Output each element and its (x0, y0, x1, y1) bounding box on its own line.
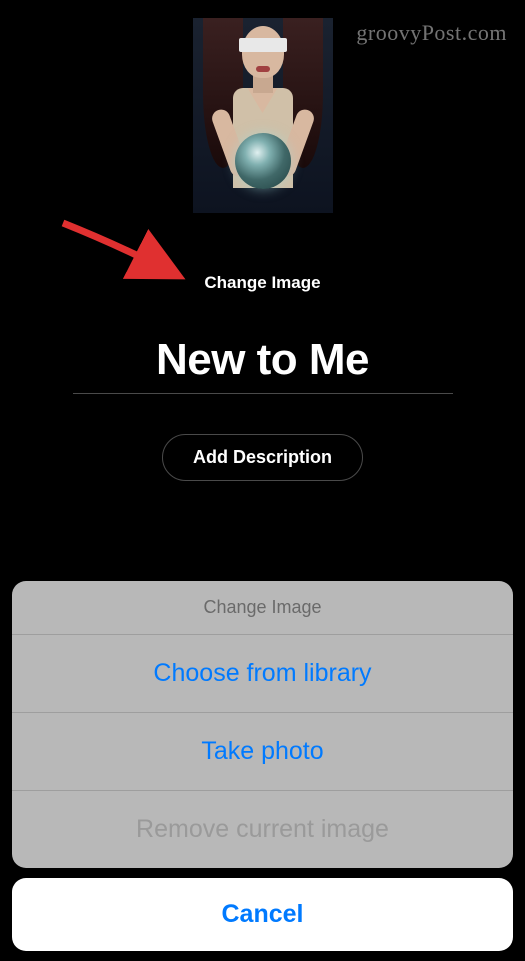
take-photo-option[interactable]: Take photo (12, 713, 513, 791)
action-sheet-group: Change Image Choose from library Take ph… (12, 581, 513, 868)
playlist-cover-image[interactable] (193, 18, 333, 213)
annotation-arrow-icon (58, 215, 188, 285)
remove-current-image-option: Remove current image (12, 791, 513, 868)
action-sheet-title: Change Image (12, 581, 513, 635)
action-sheet: Change Image Choose from library Take ph… (12, 581, 513, 951)
add-description-button[interactable]: Add Description (162, 434, 363, 481)
title-underline (73, 393, 453, 394)
change-image-link[interactable]: Change Image (204, 273, 320, 293)
choose-from-library-option[interactable]: Choose from library (12, 635, 513, 713)
cancel-button[interactable]: Cancel (12, 878, 513, 951)
playlist-editor: Change Image New to Me Add Description (0, 0, 525, 481)
playlist-title-input[interactable]: New to Me (0, 335, 525, 385)
watermark-text: groovyPost.com (356, 20, 507, 46)
